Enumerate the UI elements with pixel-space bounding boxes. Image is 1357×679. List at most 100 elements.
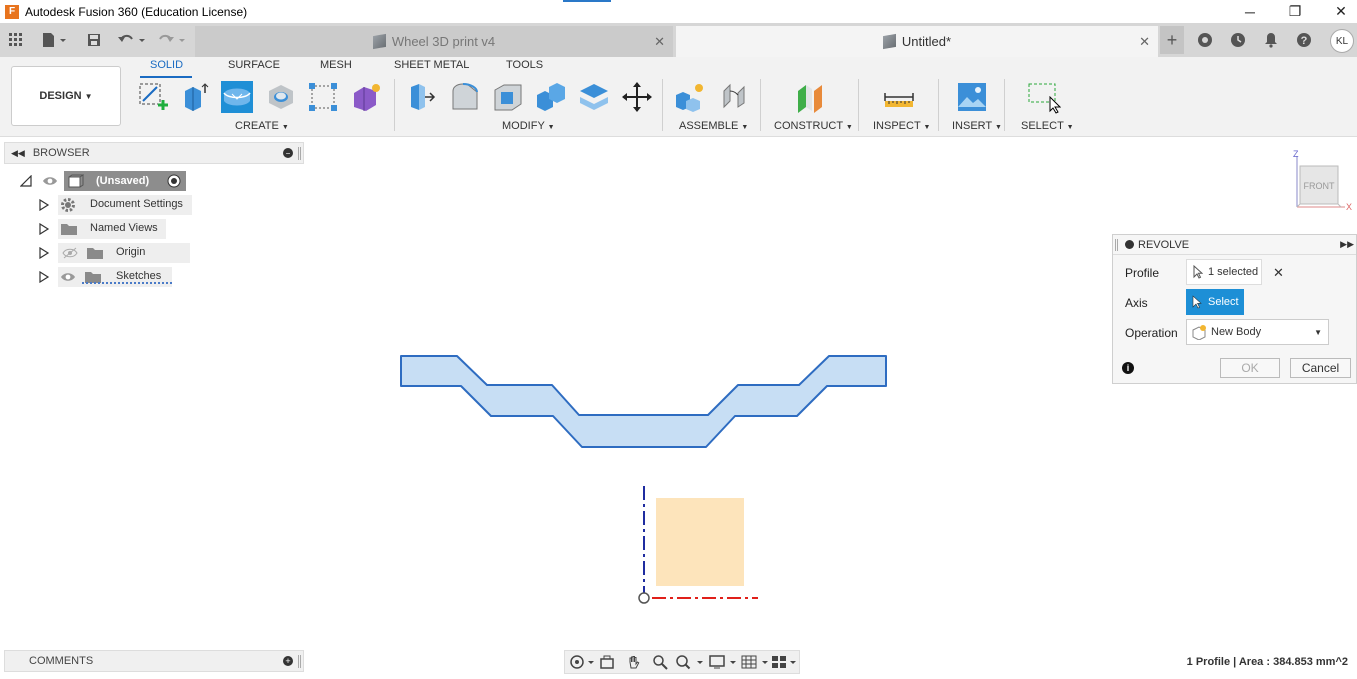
folder-icon (87, 248, 103, 259)
new-tab-button[interactable]: + (1160, 26, 1184, 54)
group-assemble[interactable]: ASSEMBLE ▼ (679, 120, 748, 132)
create-sketch-icon[interactable] (137, 81, 169, 113)
browser-item-label: Named Views (90, 222, 158, 234)
panel-grip-icon[interactable] (298, 147, 301, 160)
activate-radio-icon[interactable] (167, 174, 181, 188)
dialog-collapse-icon[interactable] (1125, 240, 1134, 249)
caret-down-icon: ▼ (923, 124, 931, 131)
tab-sheet-metal[interactable]: SHEET METAL (394, 59, 469, 71)
shell-icon[interactable] (492, 81, 524, 113)
revolve-dialog-header[interactable]: REVOLVE ▶▶ (1113, 235, 1356, 255)
pan-hand-icon[interactable] (625, 654, 643, 670)
save-icon[interactable] (85, 29, 103, 51)
construct-plane-icon[interactable] (794, 81, 826, 113)
help-icon[interactable]: ? (1293, 29, 1315, 51)
add-comment-icon[interactable]: + (283, 656, 293, 666)
tab-surface[interactable]: SURFACE (228, 59, 280, 71)
grid-snaps-icon[interactable] (741, 654, 771, 670)
redo-icon[interactable] (156, 29, 188, 51)
panel-grip-icon[interactable] (1115, 239, 1118, 251)
extensions-icon[interactable] (1194, 29, 1216, 51)
press-pull-icon[interactable] (405, 81, 437, 113)
create-form-icon[interactable] (350, 81, 382, 113)
axis-selector[interactable]: Select (1186, 289, 1244, 315)
tab-wheel-3d-print[interactable]: Wheel 3D print v4 ✕ (195, 26, 673, 57)
fillet-icon[interactable] (449, 81, 481, 113)
minimize-button[interactable]: ─ (1227, 0, 1273, 23)
viewports-icon[interactable] (771, 654, 799, 670)
look-at-icon[interactable] (598, 654, 616, 670)
group-construct[interactable]: CONSTRUCT ▼ (774, 120, 853, 132)
notifications-bell-icon[interactable] (1260, 29, 1282, 51)
view-cube-face-label[interactable]: FRONT (1304, 181, 1335, 191)
offset-face-icon[interactable] (578, 81, 610, 113)
group-select[interactable]: SELECT ▼ (1021, 120, 1074, 132)
browser-header[interactable]: ◀◀ BROWSER − (4, 142, 304, 164)
group-create-label: CREATE (235, 120, 279, 132)
restore-button[interactable]: ❐ (1272, 0, 1318, 23)
comments-panel[interactable]: COMMENTS + (4, 650, 304, 672)
profile-label: Profile (1125, 266, 1160, 280)
hole-icon[interactable] (265, 81, 297, 113)
workspace-switcher[interactable]: DESIGN ▼ (11, 66, 121, 126)
group-create[interactable]: CREATE ▼ (235, 120, 289, 132)
browser-item-label: Sketches (116, 270, 162, 282)
tab-tools[interactable]: TOOLS (506, 59, 543, 71)
tab-solid[interactable]: SOLID (150, 59, 183, 71)
tab-mesh[interactable]: MESH (320, 59, 352, 71)
display-settings-icon[interactable] (709, 654, 739, 670)
new-component-icon[interactable] (674, 81, 706, 113)
cancel-button[interactable]: Cancel (1290, 358, 1351, 378)
insert-image-icon[interactable] (956, 81, 988, 113)
orbit-icon[interactable] (569, 654, 595, 670)
joint-icon[interactable] (718, 81, 750, 113)
collapsed-triangle-icon[interactable] (38, 223, 50, 235)
job-status-clock-icon[interactable] (1227, 29, 1249, 51)
operation-dropdown[interactable]: New Body ▼ (1186, 319, 1329, 345)
group-modify[interactable]: MODIFY ▼ (502, 120, 555, 132)
file-menu-icon[interactable] (38, 29, 70, 51)
visibility-eye-icon[interactable] (60, 271, 76, 283)
visibility-eye-icon[interactable] (42, 175, 58, 187)
profile-selector[interactable]: 1 selected (1186, 259, 1262, 285)
browser-title: BROWSER (32, 147, 90, 159)
undo-icon[interactable] (116, 29, 148, 51)
extrude-icon[interactable] (179, 81, 211, 113)
revolve-dialog-title: REVOLVE (1138, 238, 1190, 251)
browser-minimize-icon[interactable]: − (283, 148, 293, 158)
zoom-icon[interactable] (651, 654, 669, 670)
collapsed-triangle-icon[interactable] (38, 271, 50, 283)
sketch-origin-point[interactable] (638, 592, 650, 604)
close-tab-icon[interactable]: ✕ (1139, 34, 1150, 50)
collapse-left-icon[interactable]: ◀◀ (11, 148, 25, 159)
group-inspect[interactable]: INSPECT ▼ (873, 120, 930, 132)
measure-icon[interactable] (883, 81, 915, 113)
sketch-profile[interactable] (656, 498, 744, 586)
group-insert[interactable]: INSERT ▼ (952, 120, 1002, 132)
user-avatar[interactable]: KL (1330, 29, 1354, 53)
info-icon[interactable]: i (1122, 362, 1134, 374)
hidden-eye-icon[interactable] (62, 247, 78, 259)
ok-button[interactable]: OK (1220, 358, 1280, 378)
pattern-icon[interactable] (307, 81, 339, 113)
title-accent-bar (563, 0, 611, 2)
caret-down-icon: ▼ (1314, 328, 1322, 337)
design-canvas[interactable]: FRONT Z X (0, 137, 1357, 649)
close-window-button[interactable]: ✕ (1318, 0, 1357, 23)
tab-untitled[interactable]: Untitled* ✕ (676, 26, 1158, 57)
close-tab-icon[interactable]: ✕ (654, 34, 665, 50)
data-panel-grid-icon[interactable] (6, 29, 26, 51)
expand-right-icon[interactable]: ▶▶ (1340, 239, 1354, 250)
collapsed-triangle-icon[interactable] (38, 247, 50, 259)
combine-icon[interactable] (535, 81, 567, 113)
fit-icon[interactable] (675, 654, 705, 670)
svg-text:?: ? (1301, 35, 1308, 47)
panel-grip-icon[interactable] (298, 655, 301, 668)
revolve-icon[interactable] (221, 81, 253, 113)
tab-label: Untitled* (901, 34, 952, 49)
clear-profile-icon[interactable]: ✕ (1273, 265, 1284, 281)
move-icon[interactable] (621, 81, 653, 113)
collapsed-triangle-icon[interactable] (38, 199, 50, 211)
caret-down-icon: ▼ (845, 124, 853, 131)
expanded-triangle-icon[interactable] (20, 175, 32, 187)
